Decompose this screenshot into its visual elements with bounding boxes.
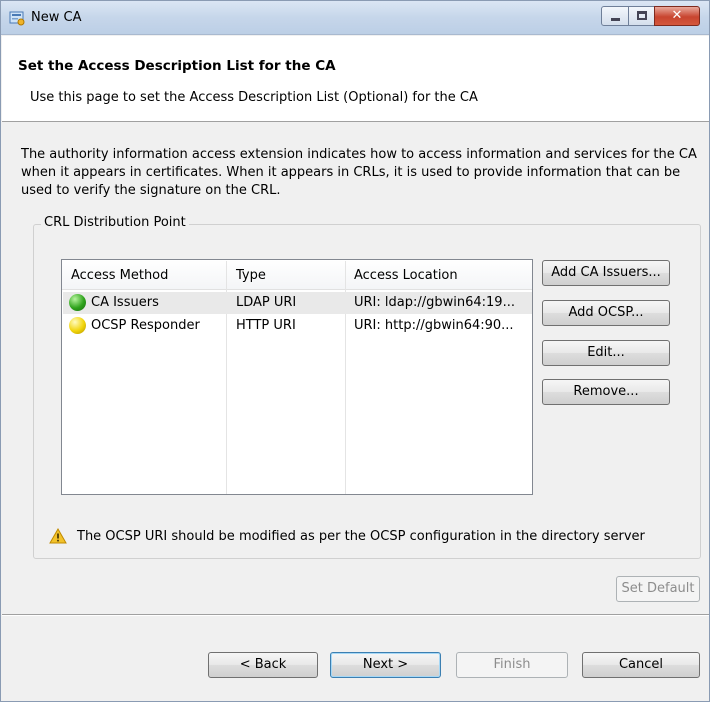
add-ocsp-button[interactable]: Add OCSP...	[542, 300, 670, 326]
edit-button[interactable]: Edit...	[542, 340, 670, 366]
close-icon: ✕	[671, 8, 683, 23]
remove-button[interactable]: Remove...	[542, 379, 670, 405]
maximize-button[interactable]	[628, 6, 655, 26]
certificate-app-icon	[9, 11, 25, 26]
yellow-status-icon	[69, 317, 86, 334]
back-button[interactable]: < Back	[208, 652, 318, 678]
ocsp-warning-message: The OCSP URI should be modified as per t…	[77, 529, 645, 544]
page-subtitle: Use this page to set the Access Descript…	[30, 90, 478, 105]
cell-access-location: URI: http://gbwin64:90...	[354, 318, 514, 333]
cancel-button[interactable]: Cancel	[582, 652, 700, 678]
finish-button[interactable]: Finish	[456, 652, 568, 678]
page-title: Set the Access Description List for the …	[18, 58, 336, 74]
wizard-header: Set the Access Description List for the …	[2, 36, 709, 122]
minimize-button[interactable]	[601, 6, 629, 26]
column-header-access-location[interactable]: Access Location	[354, 268, 458, 283]
new-ca-dialog: New CA ✕ Set the Access Description List…	[0, 0, 710, 702]
cell-access-location: URI: ldap://gbwin64:19...	[354, 295, 515, 310]
title-bar[interactable]: New CA ✕	[1, 1, 709, 35]
table-header: Access Method Type Access Location	[62, 260, 532, 290]
cell-type: HTTP URI	[236, 318, 296, 333]
table-row[interactable]: CA Issuers LDAP URI URI: ldap://gbwin64:…	[63, 292, 532, 314]
add-ca-issuers-button[interactable]: Add CA Issuers...	[542, 260, 670, 286]
warning-icon	[49, 528, 67, 544]
extension-description: The authority information access extensi…	[21, 147, 697, 198]
close-button[interactable]: ✕	[654, 6, 700, 26]
cell-access-method: CA Issuers	[91, 295, 159, 310]
table-row[interactable]: OCSP Responder HTTP URI URI: http://gbwi…	[63, 315, 532, 337]
column-header-access-method[interactable]: Access Method	[71, 268, 168, 283]
column-header-type[interactable]: Type	[236, 268, 266, 283]
set-default-button[interactable]: Set Default	[616, 576, 700, 602]
green-status-icon	[69, 294, 86, 311]
minimize-icon	[611, 18, 620, 21]
access-description-table[interactable]: Access Method Type Access Location CA Is…	[61, 259, 533, 495]
next-button[interactable]: Next >	[330, 652, 441, 678]
cell-access-method: OCSP Responder	[91, 318, 200, 333]
maximize-icon	[637, 11, 647, 20]
cell-type: LDAP URI	[236, 295, 297, 310]
footer-divider	[2, 614, 709, 616]
group-label: CRL Distribution Point	[41, 215, 189, 230]
window-title: New CA	[31, 10, 82, 25]
